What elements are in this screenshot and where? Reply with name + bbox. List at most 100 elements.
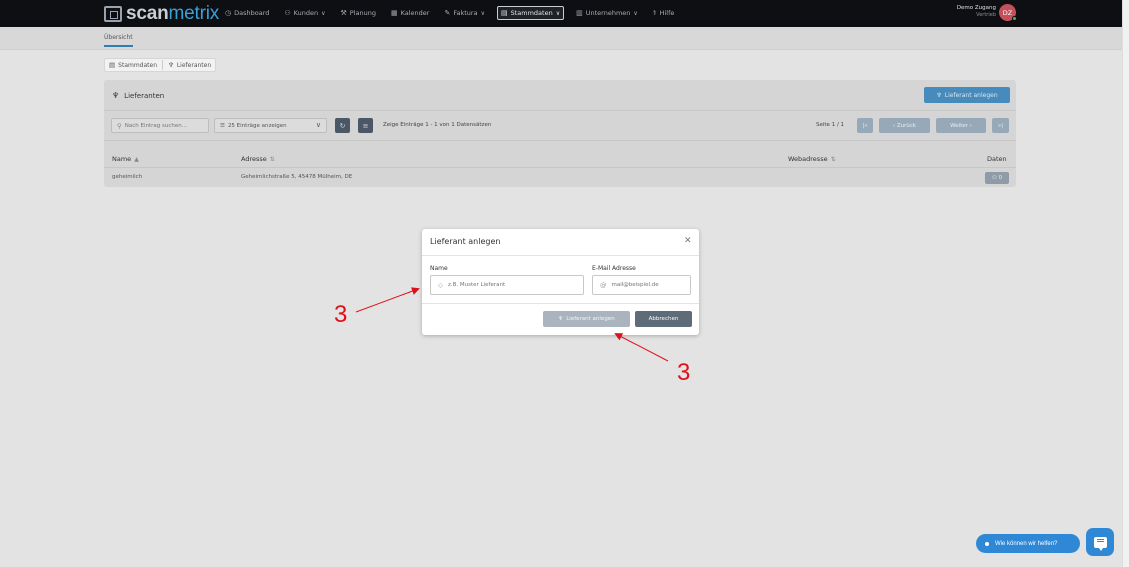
database-icon: ▤ bbox=[500, 9, 508, 17]
user-role: Vertrieb bbox=[976, 12, 996, 18]
logo-mark-icon bbox=[104, 5, 122, 22]
supplier-icon: ♆ bbox=[558, 316, 564, 322]
column-header-web[interactable]: Webadresse ⇅ bbox=[788, 155, 836, 163]
add-supplier-modal: Lieferant anlegen ✕ Name ◇ E-Mail Adress… bbox=[422, 229, 699, 335]
sort-icon: ⇅ bbox=[269, 156, 275, 163]
page-size-select[interactable]: ☰ 25 Einträge anzeigen ∨ bbox=[214, 118, 327, 133]
contacts-data-button[interactable]: ⚇ 0 bbox=[985, 172, 1009, 184]
cancel-button[interactable]: Abbrechen bbox=[635, 311, 692, 327]
modal-title: Lieferant anlegen bbox=[430, 237, 501, 246]
chevron-down-icon: ∨ bbox=[480, 9, 485, 17]
create-supplier-button[interactable]: ♆ Lieferant anlegen bbox=[543, 311, 630, 327]
tab-overview[interactable]: Übersicht bbox=[104, 34, 133, 47]
nav-hilfe[interactable]: ⚕ Hilfe bbox=[650, 6, 678, 20]
help-icon: ⚕ bbox=[652, 9, 657, 17]
nav-planung-label: Planung bbox=[349, 9, 376, 17]
cell-name: geheimlich bbox=[112, 174, 143, 180]
tag-icon: ◇ bbox=[438, 281, 443, 289]
name-input[interactable] bbox=[448, 282, 576, 288]
online-dot-icon bbox=[985, 541, 989, 546]
table-row[interactable]: geheimlich Geheimlichstraße 5, 45478 Mül… bbox=[104, 169, 1016, 187]
filter-icon: ≡ bbox=[362, 121, 369, 130]
main-nav: ◷ Dashboard ⚇ Kunden ∨ ⚒ Planung ▦ Kalen… bbox=[222, 6, 686, 20]
nav-dashboard[interactable]: ◷ Dashboard bbox=[222, 6, 272, 20]
last-page-button[interactable]: »| bbox=[992, 118, 1009, 133]
page-size-value: 25 Einträge anzeigen bbox=[227, 122, 287, 129]
modal-divider bbox=[422, 303, 699, 304]
name-label: Name bbox=[430, 265, 448, 272]
help-chat-label: Wie können wir helfen? bbox=[995, 540, 1058, 547]
dashboard-icon: ◷ bbox=[225, 9, 232, 17]
list-icon: ☰ bbox=[220, 122, 225, 129]
add-supplier-button[interactable]: ♆ Lieferant anlegen bbox=[924, 87, 1010, 103]
online-status-dot bbox=[1012, 16, 1017, 21]
breadcrumb-stammdaten-label: Stammdaten bbox=[118, 61, 158, 69]
filter-button[interactable]: ≡ bbox=[358, 118, 373, 133]
annotation-number-right: 3 bbox=[677, 359, 691, 386]
column-header-name-label: Name bbox=[112, 155, 132, 163]
nav-stammdaten-label: Stammdaten bbox=[510, 9, 553, 17]
prev-page-button[interactable]: ‹ Zurück bbox=[879, 118, 930, 133]
email-input[interactable] bbox=[611, 282, 682, 288]
column-header-name[interactable]: Name ▲ bbox=[112, 155, 139, 163]
annotation-number-left: 3 bbox=[334, 301, 348, 328]
modal-header: Lieferant anlegen ✕ bbox=[422, 229, 699, 256]
chevron-down-icon: ∨ bbox=[315, 121, 321, 129]
tab-bar: Übersicht bbox=[0, 27, 1122, 50]
breadcrumb-lieferanten[interactable]: ♆ Lieferanten bbox=[168, 61, 211, 69]
user-name: Demo Zugang bbox=[956, 5, 996, 11]
nav-hilfe-label: Hilfe bbox=[659, 9, 675, 17]
card-header: ♆ Lieferanten ♆ Lieferant anlegen bbox=[104, 80, 1016, 111]
email-field[interactable]: @ bbox=[592, 275, 691, 295]
nav-kunden[interactable]: ⚇ Kunden ∨ bbox=[281, 6, 328, 20]
building-icon: ▥ bbox=[576, 9, 583, 17]
breadcrumb-separator bbox=[162, 60, 164, 70]
create-supplier-button-label: Lieferant anlegen bbox=[566, 316, 615, 322]
user-info[interactable]: Demo Zugang Vertrieb bbox=[950, 5, 996, 18]
name-field[interactable]: ◇ bbox=[430, 275, 584, 295]
supplier-icon: ♆ bbox=[168, 61, 174, 69]
next-page-button[interactable]: Weiter › bbox=[936, 118, 986, 133]
page-info: Seite 1 / 1 bbox=[816, 122, 845, 128]
nav-kunden-label: Kunden bbox=[293, 9, 319, 17]
nav-faktura-label: Faktura bbox=[453, 9, 478, 17]
search-input[interactable] bbox=[124, 122, 203, 129]
chat-button[interactable] bbox=[1086, 528, 1114, 556]
first-page-button[interactable]: |« bbox=[857, 118, 873, 133]
nav-kalender[interactable]: ▦ Kalender bbox=[388, 6, 432, 20]
sort-icon: ⇅ bbox=[830, 156, 836, 163]
table-toolbar: ⚲ ☰ 25 Einträge anzeigen ∨ ↻ ≡ Zeige Ein… bbox=[104, 111, 1016, 141]
help-chat-pill[interactable]: Wie können wir helfen? bbox=[976, 534, 1080, 553]
nav-unternehmen[interactable]: ▥ Unternehmen ∨ bbox=[573, 6, 641, 20]
cell-address: Geheimlichstraße 5, 45478 Mülheim, DE bbox=[241, 174, 353, 180]
column-header-address-label: Adresse bbox=[241, 155, 267, 163]
logo-text-metrix: metrix bbox=[168, 3, 220, 24]
database-icon: ▤ bbox=[109, 61, 116, 69]
email-label: E-Mail Adresse bbox=[592, 265, 636, 272]
search-icon: ⚲ bbox=[117, 121, 122, 130]
at-icon: @ bbox=[600, 281, 607, 289]
users-icon: ⚇ bbox=[284, 9, 291, 17]
close-icon[interactable]: ✕ bbox=[684, 236, 692, 246]
table-header: Name ▲ Adresse ⇅ Webadresse ⇅ Daten bbox=[104, 150, 1016, 168]
search-box[interactable]: ⚲ bbox=[111, 118, 209, 133]
column-header-address[interactable]: Adresse ⇅ bbox=[241, 155, 275, 163]
scanmetrix-logo[interactable]: scanmetrix bbox=[104, 4, 219, 23]
card-title: ♆ Lieferanten bbox=[112, 91, 164, 100]
refresh-button[interactable]: ↻ bbox=[335, 118, 350, 133]
nav-faktura[interactable]: ✎ Faktura ∨ bbox=[441, 6, 488, 20]
breadcrumb-stammdaten[interactable]: ▤ Stammdaten bbox=[109, 61, 157, 69]
card-title-text: Lieferanten bbox=[124, 91, 165, 100]
nav-stammdaten[interactable]: ▤ Stammdaten ∨ bbox=[496, 6, 565, 20]
calendar-icon: ▦ bbox=[390, 9, 398, 17]
chevron-down-icon: ∨ bbox=[555, 9, 561, 17]
column-header-data: Daten bbox=[987, 155, 1007, 163]
nav-planung[interactable]: ⚒ Planung bbox=[338, 6, 379, 20]
refresh-icon: ↻ bbox=[339, 121, 346, 130]
chevron-down-icon: ∨ bbox=[321, 9, 326, 17]
invoice-icon: ✎ bbox=[444, 9, 451, 17]
add-supplier-button-label: Lieferant anlegen bbox=[944, 91, 998, 99]
page-scrollbar[interactable] bbox=[1122, 0, 1129, 567]
nav-kalender-label: Kalender bbox=[400, 9, 430, 17]
contacts-count: 0 bbox=[998, 175, 1003, 181]
